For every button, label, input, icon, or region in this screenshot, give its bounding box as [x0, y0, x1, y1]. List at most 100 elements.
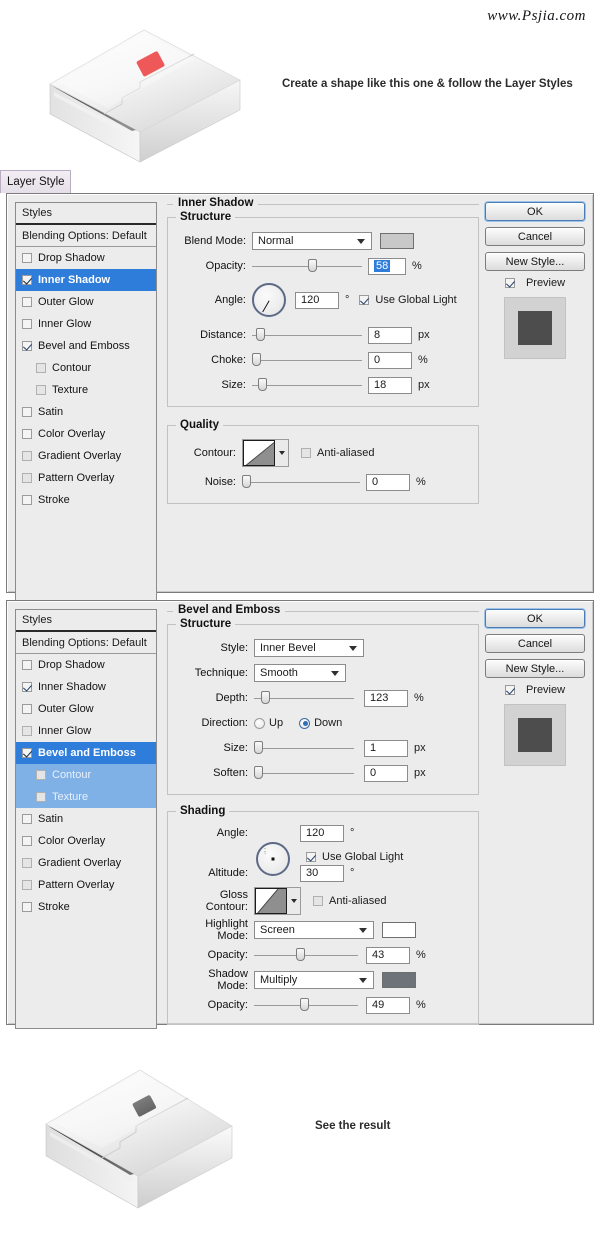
- style-item-texture-1[interactable]: Texture: [16, 379, 156, 401]
- opacity-slider[interactable]: [252, 258, 362, 274]
- bevel-soften-slider[interactable]: [254, 765, 354, 781]
- gloss-contour-picker[interactable]: [254, 887, 301, 915]
- bevel-soften-input[interactable]: 0: [364, 765, 408, 782]
- checkbox-use-global-light-1[interactable]: [359, 295, 369, 305]
- shadow-opacity-slider[interactable]: [254, 997, 358, 1013]
- checkbox-bevel-emboss-1[interactable]: [22, 341, 32, 351]
- shadow-mode-color-swatch[interactable]: [382, 972, 416, 988]
- chevron-down-icon-contour-1[interactable]: [275, 440, 288, 466]
- style-item-color-overlay-2[interactable]: Color Overlay: [16, 830, 156, 852]
- style-item-drop-shadow-1[interactable]: Drop Shadow: [16, 247, 156, 269]
- style-item-pattern-overlay-1[interactable]: Pattern Overlay: [16, 467, 156, 489]
- noise-slider-thumb[interactable]: [242, 475, 251, 488]
- cancel-button-2[interactable]: Cancel: [485, 634, 585, 653]
- ok-button-1[interactable]: OK: [485, 202, 585, 221]
- style-item-inner-glow-2[interactable]: Inner Glow: [16, 720, 156, 742]
- style-item-satin-1[interactable]: Satin: [16, 401, 156, 423]
- angle-input[interactable]: 120: [295, 292, 339, 309]
- style-item-stroke-1[interactable]: Stroke: [16, 489, 156, 511]
- bevel-size-slider-thumb[interactable]: [254, 741, 263, 754]
- checkbox-gradient-overlay-2[interactable]: [22, 858, 32, 868]
- choke-slider[interactable]: [252, 352, 362, 368]
- checkbox-outer-glow-2[interactable]: [22, 704, 32, 714]
- contour-picker-1[interactable]: [242, 439, 289, 467]
- checkbox-anti-aliased-1[interactable]: [301, 448, 311, 458]
- bevel-style-select[interactable]: Inner Bevel: [254, 639, 364, 657]
- new-style-button-1[interactable]: New Style...: [485, 252, 585, 271]
- highlight-opacity-input[interactable]: 43: [366, 947, 410, 964]
- checkbox-inner-glow-2[interactable]: [22, 726, 32, 736]
- radio-direction-up[interactable]: [254, 718, 265, 729]
- use-global-light-row-1[interactable]: Use Global Light: [359, 294, 456, 306]
- checkbox-preview-1[interactable]: [505, 278, 515, 288]
- checkbox-texture-1[interactable]: [36, 385, 46, 395]
- highlight-mode-select[interactable]: Screen: [254, 921, 374, 939]
- checkbox-bevel-emboss-2[interactable]: [22, 748, 32, 758]
- distance-slider[interactable]: [252, 327, 362, 343]
- anti-aliased-row-2[interactable]: Anti-aliased: [313, 895, 386, 907]
- bevel-depth-slider[interactable]: [254, 690, 354, 706]
- angle-dial[interactable]: [252, 283, 286, 317]
- checkbox-drop-shadow-2[interactable]: [22, 660, 32, 670]
- checkbox-stroke-2[interactable]: [22, 902, 32, 912]
- checkbox-pattern-overlay-2[interactable]: [22, 880, 32, 890]
- style-item-outer-glow-2[interactable]: Outer Glow: [16, 698, 156, 720]
- checkbox-satin-1[interactable]: [22, 407, 32, 417]
- noise-slider[interactable]: [242, 474, 360, 490]
- shadow-opacity-input[interactable]: 49: [366, 997, 410, 1014]
- checkbox-contour-2[interactable]: [36, 770, 46, 780]
- checkbox-inner-shadow-2[interactable]: [22, 682, 32, 692]
- checkbox-satin-2[interactable]: [22, 814, 32, 824]
- style-item-satin-2[interactable]: Satin: [16, 808, 156, 830]
- checkbox-anti-aliased-2[interactable]: [313, 896, 323, 906]
- shadow-opacity-slider-thumb[interactable]: [300, 998, 309, 1011]
- shading-angle-input[interactable]: 120: [300, 825, 344, 842]
- size-slider-thumb-1[interactable]: [258, 378, 267, 391]
- highlight-opacity-slider[interactable]: [254, 947, 358, 963]
- ok-button-2[interactable]: OK: [485, 609, 585, 628]
- blending-options-row-1[interactable]: Blending Options: Default: [16, 225, 156, 247]
- style-item-outer-glow-1[interactable]: Outer Glow: [16, 291, 156, 313]
- choke-input[interactable]: 0: [368, 352, 412, 369]
- direction-down-option[interactable]: Down: [299, 717, 342, 729]
- checkbox-outer-glow-1[interactable]: [22, 297, 32, 307]
- checkbox-color-overlay-2[interactable]: [22, 836, 32, 846]
- blending-options-row-2[interactable]: Blending Options: Default: [16, 632, 156, 654]
- chevron-down-icon-gloss-contour[interactable]: [287, 888, 300, 914]
- style-item-contour-1[interactable]: Contour: [16, 357, 156, 379]
- style-item-gradient-overlay-2[interactable]: Gradient Overlay: [16, 852, 156, 874]
- bevel-size-input[interactable]: 1: [364, 740, 408, 757]
- blend-mode-color-swatch[interactable]: [380, 233, 414, 249]
- checkbox-gradient-overlay-1[interactable]: [22, 451, 32, 461]
- style-item-stroke-2[interactable]: Stroke: [16, 896, 156, 918]
- highlight-mode-color-swatch[interactable]: [382, 922, 416, 938]
- distance-input[interactable]: 8: [368, 327, 412, 344]
- style-item-inner-shadow-1[interactable]: Inner Shadow: [16, 269, 156, 291]
- style-item-bevel-emboss-1[interactable]: Bevel and Emboss: [16, 335, 156, 357]
- style-item-texture-2[interactable]: Texture: [16, 786, 156, 808]
- style-item-color-overlay-1[interactable]: Color Overlay: [16, 423, 156, 445]
- opacity-slider-thumb[interactable]: [308, 259, 317, 272]
- noise-input[interactable]: 0: [366, 474, 410, 491]
- style-item-inner-shadow-2[interactable]: Inner Shadow: [16, 676, 156, 698]
- shadow-mode-select[interactable]: Multiply: [254, 971, 374, 989]
- shading-altitude-input[interactable]: 30: [300, 865, 344, 882]
- distance-slider-thumb[interactable]: [256, 328, 265, 341]
- anti-aliased-row-1[interactable]: Anti-aliased: [301, 447, 374, 459]
- highlight-opacity-slider-thumb[interactable]: [296, 948, 305, 961]
- checkbox-contour-1[interactable]: [36, 363, 46, 373]
- bevel-soften-slider-thumb[interactable]: [254, 766, 263, 779]
- use-global-light-row-2[interactable]: Use Global Light: [306, 851, 403, 863]
- checkbox-stroke-1[interactable]: [22, 495, 32, 505]
- style-item-contour-2[interactable]: Contour: [16, 764, 156, 786]
- opacity-input[interactable]: 58: [368, 258, 406, 275]
- checkbox-inner-glow-1[interactable]: [22, 319, 32, 329]
- size-slider-1[interactable]: [252, 377, 362, 393]
- direction-up-option[interactable]: Up: [254, 717, 283, 729]
- style-item-pattern-overlay-2[interactable]: Pattern Overlay: [16, 874, 156, 896]
- cancel-button-1[interactable]: Cancel: [485, 227, 585, 246]
- style-item-drop-shadow-2[interactable]: Drop Shadow: [16, 654, 156, 676]
- bevel-depth-input[interactable]: 123: [364, 690, 408, 707]
- new-style-button-2[interactable]: New Style...: [485, 659, 585, 678]
- radio-direction-down[interactable]: [299, 718, 310, 729]
